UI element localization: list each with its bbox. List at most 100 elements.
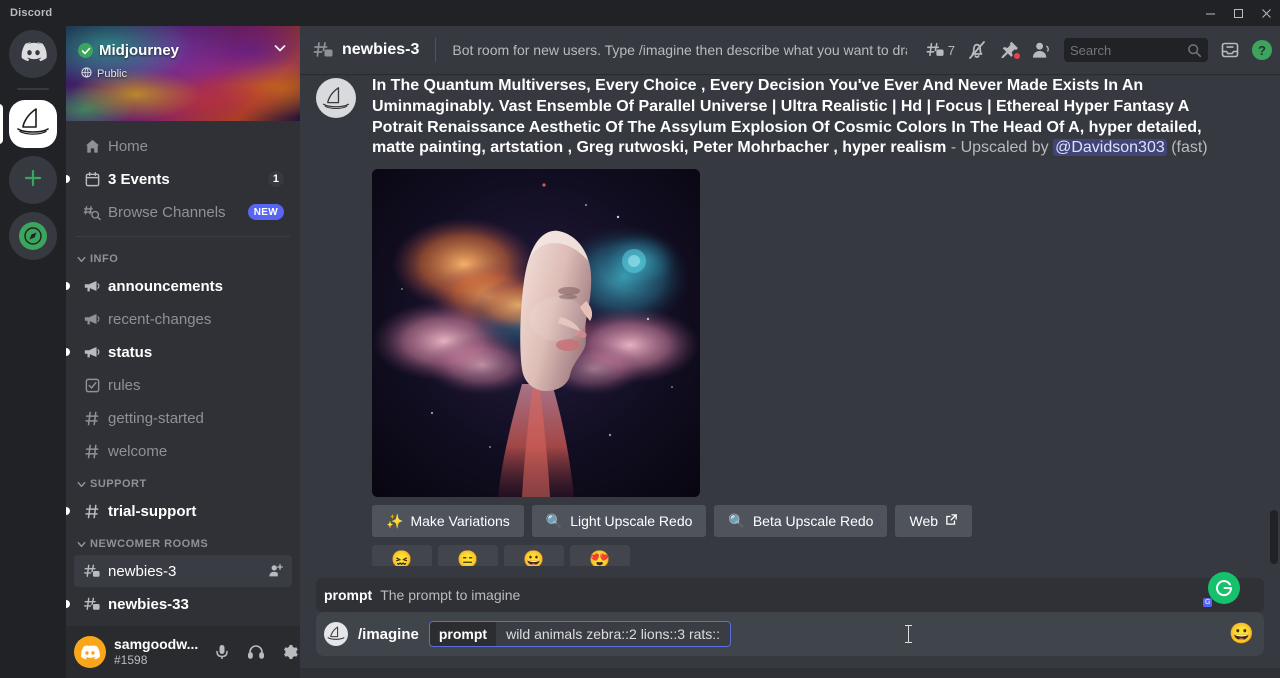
command-argument-pill[interactable]: prompt wild animals zebra::2 lions::3 ra… — [429, 621, 731, 647]
unread-indicator — [66, 175, 70, 183]
message-input[interactable]: wild animals zebra::2 lions::3 rats:: — [496, 622, 730, 646]
category-newcomer-rooms[interactable]: NEWCOMER ROOMS — [66, 528, 300, 554]
maximize-button[interactable] — [1224, 0, 1252, 26]
pinned-messages-button[interactable] — [999, 40, 1019, 60]
discord-logo-icon — [20, 42, 47, 67]
sidebar-item-events[interactable]: 3 Events 1 — [74, 163, 292, 195]
reaction-emoji: 😍 — [589, 550, 610, 566]
sidebar-item-recent-changes[interactable]: recent-changes — [74, 303, 292, 335]
create-invite-icon[interactable] — [268, 563, 284, 579]
make-variations-button[interactable]: ✨ Make Variations — [372, 505, 524, 537]
channel-sidebar: Midjourney Public — [66, 26, 300, 678]
search-box[interactable]: Search — [1064, 38, 1208, 62]
minimize-button[interactable] — [1196, 0, 1224, 26]
guild-rail — [0, 26, 66, 678]
window-body: Midjourney Public — [0, 26, 1280, 678]
sidebar-item-label: announcements — [108, 278, 223, 295]
sidebar-item-label: recent-changes — [108, 311, 211, 328]
message-composer[interactable]: /imagine prompt wild animals zebra::2 li… — [316, 612, 1264, 656]
question-mark-icon: ? — [1258, 43, 1266, 58]
message-reactions: 😖 😑 😀 😍 — [372, 545, 1232, 566]
close-button[interactable] — [1252, 0, 1280, 26]
sidebar-item-announcements[interactable]: announcements — [74, 270, 292, 302]
sidebar-item-newbies-3[interactable]: newbies-3 — [74, 555, 292, 587]
slash-command-hint: prompt The prompt to imagine — [316, 578, 1264, 612]
web-button[interactable]: Web — [895, 505, 972, 537]
category-label: SUPPORT — [90, 478, 147, 490]
message-list[interactable]: In The Quantum Multiverses, Every Choice… — [300, 74, 1280, 566]
server-header[interactable]: Midjourney Public — [78, 40, 288, 81]
light-upscale-redo-button[interactable]: 🔍 Light Upscale Redo — [532, 505, 707, 537]
hash-thread-icon — [82, 563, 102, 580]
explore-servers-button[interactable] — [9, 212, 57, 260]
message-scrollbar[interactable] — [1270, 510, 1278, 564]
sidebar-item-status[interactable]: status — [74, 336, 292, 368]
sidebar-item-label: trial-support — [108, 503, 196, 520]
search-input[interactable]: Search — [1070, 43, 1183, 58]
channel-topbar: newbies-3 Bot room for new users. Type /… — [300, 26, 1280, 74]
guild-home-button[interactable] — [9, 30, 57, 78]
grinning-face-reaction[interactable]: 😀 — [504, 545, 564, 566]
beta-upscale-redo-button[interactable]: 🔍 Beta Upscale Redo — [714, 505, 887, 537]
chevron-down-icon[interactable] — [272, 40, 288, 61]
message-content: In The Quantum Multiverses, Every Choice… — [372, 76, 1232, 566]
sidebar-item-label: Browse Channels — [108, 204, 226, 221]
grammarly-button[interactable]: G — [1208, 572, 1240, 604]
category-info[interactable]: INFO — [66, 243, 300, 269]
channel-list[interactable]: Home 3 Events 1 — [66, 121, 300, 626]
sidebar-item-home[interactable]: Home — [74, 130, 292, 162]
sparkles-icon: ✨ — [386, 513, 403, 530]
active-guild-pill — [0, 104, 3, 144]
unread-indicator — [66, 600, 70, 608]
button-label: Make Variations — [410, 513, 509, 529]
headset-icon[interactable] — [240, 636, 272, 668]
user-panel: samgoodw... #1598 — [66, 626, 300, 678]
sidebar-item-newbies-33[interactable]: newbies-33 — [74, 588, 292, 620]
sidebar-item-welcome[interactable]: welcome — [74, 435, 292, 467]
unread-indicator — [66, 348, 70, 356]
guild-item-midjourney[interactable] — [9, 100, 57, 148]
sidebar-item-trial-support[interactable]: trial-support — [74, 495, 292, 527]
channel-topic[interactable]: Bot room for new users. Type /imagine th… — [452, 42, 907, 58]
generated-image[interactable] — [372, 169, 700, 497]
sidebar-item-label: getting-started — [108, 410, 204, 427]
upscaled-by-label: - Upscaled by — [951, 139, 1049, 156]
external-link-icon — [945, 513, 958, 529]
server-privacy-label: Public — [97, 68, 127, 80]
composer-avatar — [324, 622, 348, 646]
sidebar-item-label: welcome — [108, 443, 167, 460]
server-name: Midjourney — [99, 42, 179, 59]
help-button[interactable]: ? — [1252, 40, 1272, 60]
slash-command-label: /imagine — [358, 626, 419, 643]
sidebar-item-getting-started[interactable]: getting-started — [74, 402, 292, 434]
threads-button[interactable]: 7 — [925, 41, 955, 59]
hash-icon — [82, 443, 102, 460]
inbox-button[interactable] — [1220, 40, 1240, 60]
sidebar-item-label: status — [108, 344, 152, 361]
user-identity[interactable]: samgoodw... #1598 — [114, 637, 198, 667]
username-label: samgoodw... — [114, 637, 198, 652]
emoji-picker-button[interactable]: 😀 — [1229, 624, 1254, 644]
pin-alert-dot — [1013, 52, 1021, 60]
sidebar-item-browse-channels[interactable]: Browse Channels NEW — [74, 196, 292, 228]
rail-divider — [17, 88, 49, 90]
user-mention[interactable]: @Davidson303 — [1053, 139, 1167, 156]
expressionless-face-reaction[interactable]: 😑 — [438, 545, 498, 566]
avatar[interactable] — [316, 78, 356, 118]
rules-icon — [82, 377, 102, 394]
button-label: Web — [909, 513, 938, 529]
member-list-button[interactable] — [1031, 40, 1052, 60]
message-item: In The Quantum Multiverses, Every Choice… — [300, 74, 1280, 566]
avatar[interactable] — [74, 636, 106, 668]
notification-settings-button[interactable] — [967, 40, 987, 60]
speed-label: (fast) — [1171, 139, 1207, 156]
reaction-emoji: 😖 — [391, 550, 412, 566]
add-server-button[interactable] — [9, 156, 57, 204]
server-banner[interactable]: Midjourney Public — [66, 26, 300, 121]
heart-eyes-face-reaction[interactable]: 😍 — [570, 545, 630, 566]
plus-icon — [23, 168, 43, 193]
category-support[interactable]: SUPPORT — [66, 468, 300, 494]
microphone-icon[interactable] — [206, 636, 238, 668]
confounded-face-reaction[interactable]: 😖 — [372, 545, 432, 566]
sidebar-item-rules[interactable]: rules — [74, 369, 292, 401]
